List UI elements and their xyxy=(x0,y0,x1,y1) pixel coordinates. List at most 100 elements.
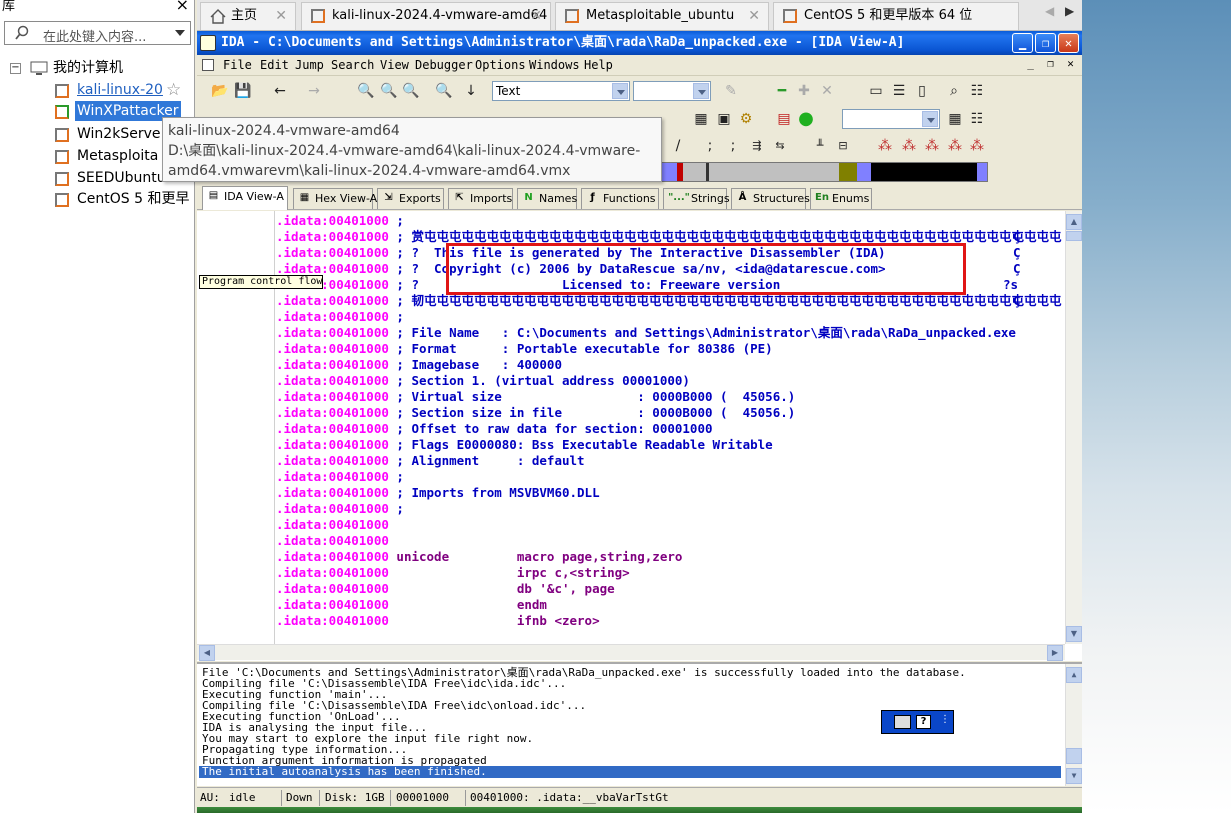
menu-options[interactable]: Options xyxy=(475,55,526,75)
disassembly-listing[interactable]: .idata:00401000 ; .idata:00401000 ; 赏屯屯屯屯… xyxy=(276,213,1062,643)
tab-names[interactable]: N Names xyxy=(517,188,577,209)
menu-windows[interactable]: Windows xyxy=(529,55,580,75)
tree-root-my-computer[interactable]: − 我的计算机 xyxy=(0,58,190,79)
help-icon[interactable]: ? xyxy=(916,715,931,729)
disasm-line[interactable]: .idata:00401000 ; Format : Portable exec… xyxy=(276,341,1062,357)
disasm-line[interactable]: .idata:00401000 ; 韧屯屯屯屯屯屯屯屯屯屯屯屯屯屯屯屯屯屯屯屯屯… xyxy=(276,293,1062,309)
window-stack-icon[interactable]: ☰ xyxy=(890,82,908,100)
forward-icon[interactable]: → xyxy=(305,82,323,100)
search-next-icon[interactable]: 🔍 xyxy=(435,82,453,100)
display-mode-select[interactable]: Text xyxy=(492,81,630,101)
graph-tree-icon[interactable]: ⁂ xyxy=(968,137,986,155)
disasm-line[interactable]: .idata:00401000 xyxy=(276,533,1062,549)
save-icon[interactable]: 💾 xyxy=(234,82,252,100)
menu-view[interactable]: View xyxy=(380,55,409,75)
structure-icon[interactable]: ╨ xyxy=(811,137,829,155)
disasm-line[interactable]: .idata:00401000 irpc c,<string> xyxy=(276,565,1062,581)
list-icon[interactable]: ☷ xyxy=(968,82,986,100)
settings-gear-icon[interactable]: ⚙ xyxy=(737,110,755,128)
code-arrow-icon[interactable]: ⇶ xyxy=(748,137,766,155)
disasm-line[interactable]: .idata:00401000 ; ? Copyright (c) 2006 b… xyxy=(276,261,1062,277)
window-cascade-icon[interactable]: ▯ xyxy=(913,82,931,100)
segment-select[interactable] xyxy=(842,109,940,129)
scroll-down-icon[interactable]: ▼ xyxy=(1066,626,1082,642)
disasm-line[interactable]: .idata:00401000 ifnb <zero> xyxy=(276,613,1062,629)
disasm-vertical-scrollbar[interactable]: ▲ ▼ xyxy=(1065,211,1082,644)
pen-icon[interactable]: ✎ xyxy=(722,82,740,100)
scroll-left-icon[interactable]: ◀ xyxy=(199,645,215,661)
vm-item-centos[interactable]: CentOS 5 和更早 xyxy=(0,189,190,210)
graph-calls-icon[interactable]: ⁂ xyxy=(946,137,964,155)
tab-home[interactable]: 主页 ✕ xyxy=(200,2,296,30)
tab-kali[interactable]: kali-linux-2024.4-vmware-amd64 ✕ xyxy=(301,2,551,30)
disasm-line[interactable]: .idata:00401000 endm xyxy=(276,597,1062,613)
search-imm-icon[interactable]: 🔍 xyxy=(402,82,420,100)
disasm-line[interactable]: .idata:00401000 ; Offset to raw data for… xyxy=(276,421,1062,437)
minimize-button[interactable]: ▁ xyxy=(1012,33,1033,53)
disasm-line[interactable]: .idata:00401000 ; Section 1. (virtual ad… xyxy=(276,373,1062,389)
scroll-thumb[interactable] xyxy=(1066,231,1082,241)
disasm-line[interactable]: .idata:00401000 ; xyxy=(276,469,1062,485)
mdi-restore-button[interactable]: ❐ xyxy=(1043,58,1058,72)
tab-structures[interactable]: Å Structures xyxy=(731,188,810,209)
semicolon-repeat-icon[interactable]: ; xyxy=(724,137,742,155)
tab-scroll-right-icon[interactable]: ▶ xyxy=(1065,4,1074,18)
calculator-icon[interactable]: ▦ xyxy=(692,110,710,128)
window-tile-icon[interactable]: ▭ xyxy=(867,82,885,100)
search-dropdown-icon[interactable] xyxy=(175,30,185,36)
disasm-line[interactable]: .idata:00401000 ; File Name : C:\Documen… xyxy=(276,325,1062,341)
disasm-line[interactable]: .idata:00401000 ; Flags E0000080: Bss Ex… xyxy=(276,437,1062,453)
tool-grid-icon[interactable]: ▦ xyxy=(946,110,964,128)
tab-metasploitable[interactable]: Metasploitable_ubuntu ✕ xyxy=(555,2,769,30)
library-close-button[interactable]: × xyxy=(176,0,189,13)
disasm-line[interactable]: .idata:00401000 xyxy=(276,517,1062,533)
disasm-line[interactable]: .idata:00401000 ; Section size in file :… xyxy=(276,405,1062,421)
enum-icon[interactable]: ⊟ xyxy=(834,137,852,155)
vm-item-kali[interactable]: kali-linux-20 ☆ xyxy=(0,80,190,101)
jump-icon[interactable]: ↓ xyxy=(462,82,480,100)
run-green-icon[interactable]: ● xyxy=(797,110,815,128)
graph-xref-icon[interactable]: ⁂ xyxy=(900,137,918,155)
open-icon[interactable]: 📂 xyxy=(211,82,229,100)
disasm-line[interactable]: .idata:00401000 db '&c', page xyxy=(276,581,1062,597)
navigation-band[interactable] xyxy=(650,162,988,182)
menu-search[interactable]: Search xyxy=(331,55,374,75)
tab-strings[interactable]: "..." Strings xyxy=(663,188,730,209)
graph-flow-icon[interactable]: ⁂ xyxy=(876,137,894,155)
disasm-line[interactable]: .idata:00401000 unicode macro page,strin… xyxy=(276,549,1062,565)
remove-icon[interactable]: ✕ xyxy=(818,82,836,100)
expand-plus-icon[interactable]: ✚ xyxy=(795,82,813,100)
disasm-line[interactable]: .idata:00401000 ; xyxy=(276,501,1062,517)
tab-scroll-left-icon[interactable]: ◀ xyxy=(1045,4,1054,18)
scroll-up-icon[interactable]: ▲ xyxy=(1066,214,1082,230)
menu-jump[interactable]: Jump xyxy=(295,55,324,75)
mdi-minimize-button[interactable]: _ xyxy=(1023,58,1038,72)
disasm-line[interactable]: .idata:00401000 ; xyxy=(276,309,1062,325)
graph-icon[interactable]: ⌕ xyxy=(945,82,963,100)
scroll-up-icon[interactable]: ▲ xyxy=(1066,667,1082,683)
disasm-line[interactable]: .idata:00401000 ; Imagebase : 400000 xyxy=(276,357,1062,373)
collapse-minus-icon[interactable]: ━ xyxy=(773,82,791,100)
mdi-close-button[interactable]: ✕ xyxy=(1063,58,1078,72)
italic-pen-icon[interactable]: / xyxy=(669,137,687,155)
disasm-line[interactable]: .idata:00401000 ; 赏屯屯屯屯屯屯屯屯屯屯屯屯屯屯屯屯屯屯屯屯屯… xyxy=(276,229,1062,245)
menu-debugger[interactable]: Debugger xyxy=(415,55,473,75)
tab-centos[interactable]: CentOS 5 和更早版本 64 位 xyxy=(773,2,1019,30)
keyboard-icon[interactable] xyxy=(894,715,911,729)
output-vertical-scrollbar[interactable]: ▲ ▼ xyxy=(1065,664,1082,786)
report-icon[interactable]: ▤ xyxy=(775,110,793,128)
menu-file[interactable]: File xyxy=(223,55,252,75)
scroll-right-icon[interactable]: ▶ xyxy=(1047,645,1063,661)
disassembly-view[interactable]: .idata:00401000 ; .idata:00401000 ; 赏屯屯屯屯… xyxy=(197,211,1082,661)
disasm-horizontal-scrollbar[interactable]: ◀ ▶ xyxy=(197,644,1065,661)
search-text-icon[interactable]: 🔍 xyxy=(357,82,375,100)
disasm-line[interactable]: .idata:00401000 ; Alignment : default xyxy=(276,453,1062,469)
search-binary-icon[interactable]: 🔍 xyxy=(380,82,398,100)
disasm-line[interactable]: .idata:00401000 ; Virtual size : 0000B00… xyxy=(276,389,1062,405)
back-icon[interactable]: ← xyxy=(271,82,289,100)
close-icon[interactable]: ✕ xyxy=(748,3,760,29)
collapse-icon[interactable]: − xyxy=(10,63,21,74)
tab-imports[interactable]: ⇱ Imports xyxy=(448,188,513,209)
tab-hex-view[interactable]: ▦ Hex View-A xyxy=(293,188,377,209)
scroll-thumb[interactable] xyxy=(1066,748,1082,764)
